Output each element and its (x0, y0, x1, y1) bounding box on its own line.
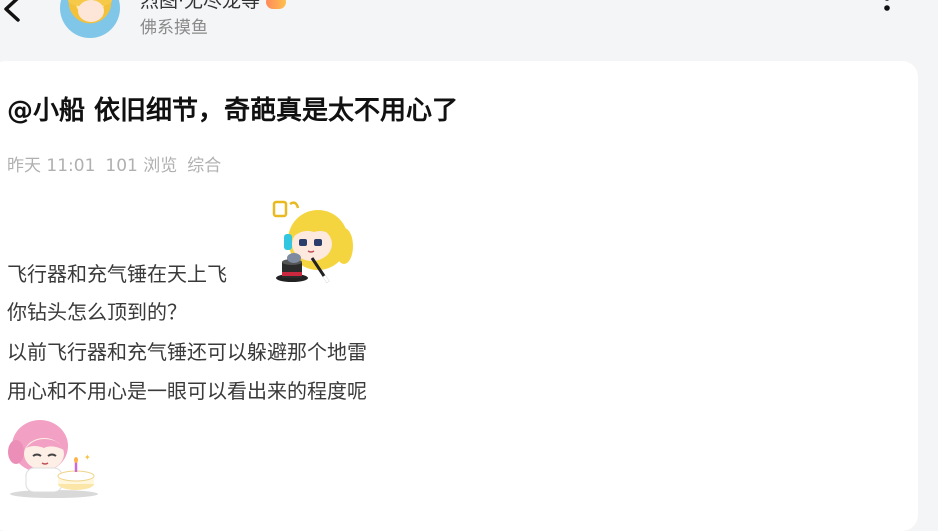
avatar[interactable] (60, 0, 120, 38)
anime-girl-magic-hat-sticker (268, 198, 356, 286)
user-group-label: 佛系摸鱼 (140, 18, 208, 38)
post-meta: 昨天 11:01 101 浏览 综合 (7, 151, 231, 176)
username[interactable]: 烈图·无尽龙等 (140, 0, 287, 13)
back-chevron-icon[interactable] (0, 0, 26, 26)
svg-text:✦: ✦ (84, 453, 91, 462)
post-body-line: 以前飞行器和充气锤还可以躲避那个地雷 (7, 340, 367, 364)
post-body-line: 用心和不用心是一眼可以看出来的程度呢 (7, 379, 367, 403)
username-text: 烈图·无尽龙等 (140, 0, 261, 12)
post-views: 101 浏览 (105, 156, 178, 176)
more-vertical-icon[interactable] (876, 0, 898, 24)
user-badge-icon (266, 0, 287, 9)
post-body-line: 你钻头怎么顶到的？ (7, 300, 187, 324)
anime-girl-cake-sticker: ✦ (6, 418, 102, 498)
post-title: @小船 依旧细节，奇葩真是太不用心了 (7, 96, 459, 126)
post-body-line: 飞行器和充气锤在天上飞 (7, 262, 227, 286)
post-category[interactable]: 综合 (187, 156, 221, 176)
post-time: 昨天 11:01 (7, 156, 96, 176)
